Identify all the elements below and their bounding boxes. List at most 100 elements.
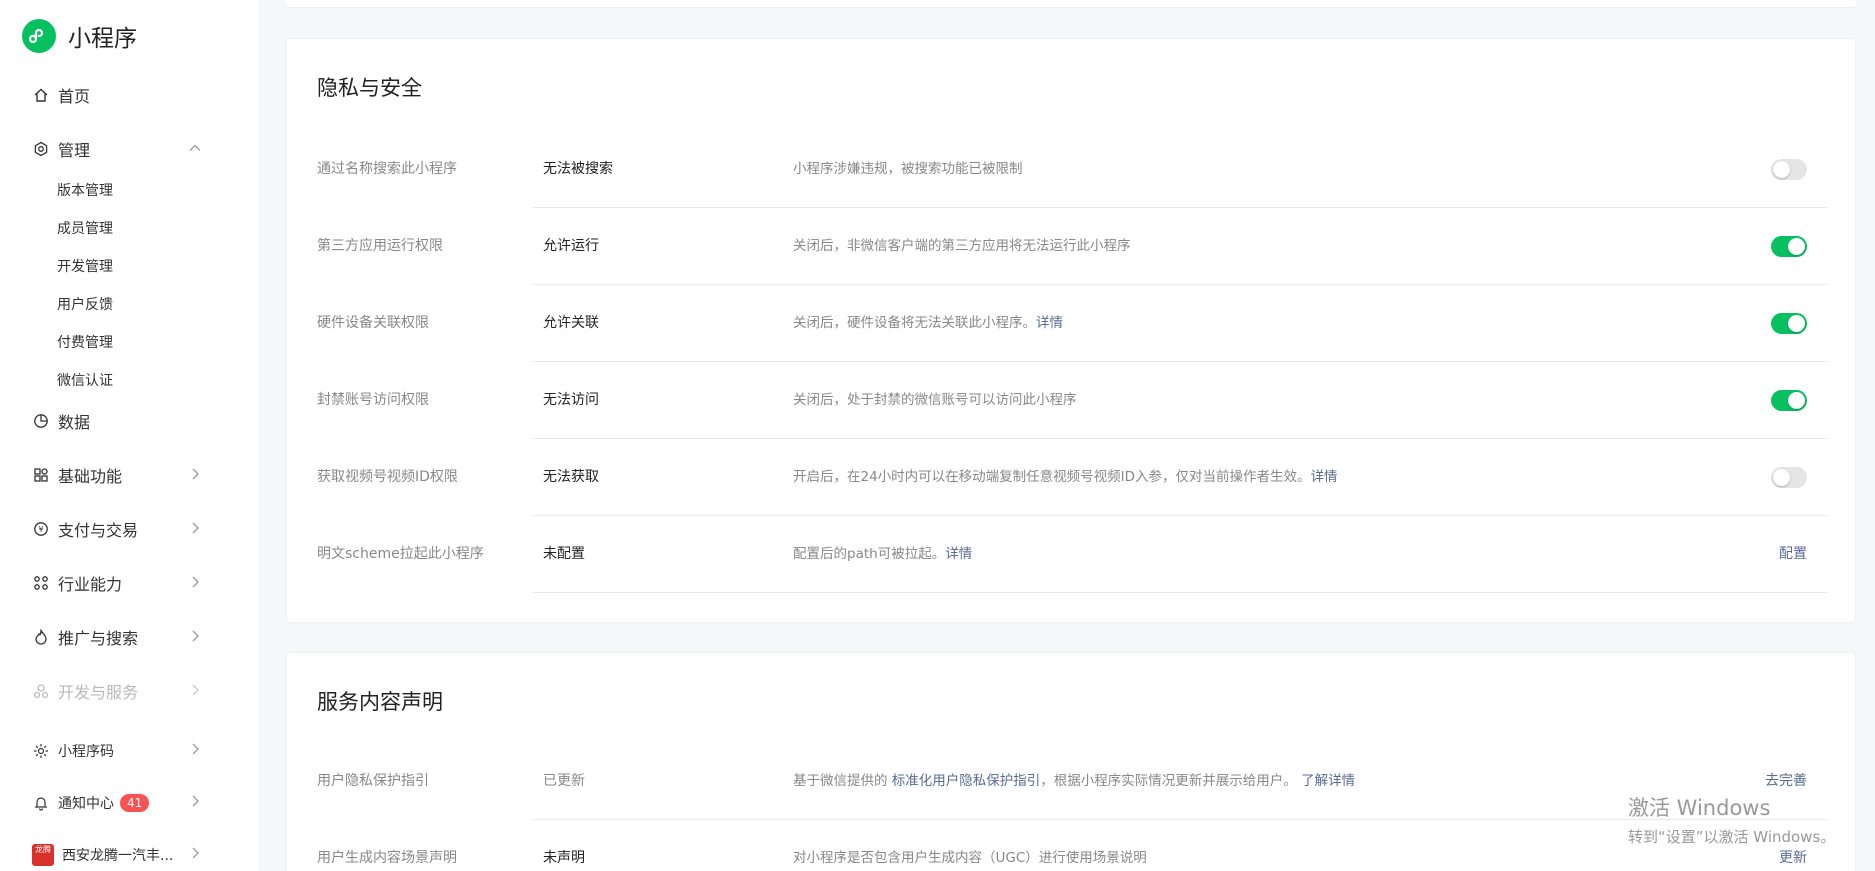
pie-chart-icon	[32, 412, 50, 430]
setting-desc: 关闭后，处于封禁的微信账号可以访问此小程序	[793, 362, 1077, 439]
chevron-right-icon	[188, 682, 202, 701]
setting-row: 用户隐私保护指引 已更新 基于微信提供的 标准化用户隐私保护指引，根据小程序实际…	[317, 743, 1827, 820]
nav-devsvc-label: 开发与服务	[58, 683, 139, 702]
toggle-banned-access[interactable]	[1771, 390, 1807, 411]
nav-home[interactable]: 首页	[32, 82, 202, 108]
nav-data[interactable]: 数据	[32, 408, 202, 434]
miniprogram-logo-icon	[22, 19, 56, 53]
account-switcher[interactable]: 龙腾 西安龙腾一汽丰...	[32, 842, 202, 868]
setting-status: 未声明	[543, 850, 585, 866]
setting-desc-text: 基于微信提供的	[793, 773, 892, 789]
setting-desc-text: 关闭后，非微信客户端的第三方应用将无法运行此小程序	[793, 238, 1131, 254]
setting-desc: 小程序涉嫌违规，被搜索功能已被限制	[793, 131, 1023, 208]
nav-promo[interactable]: 推广与搜索	[32, 624, 202, 650]
setting-status: 无法获取	[543, 469, 599, 485]
service-icon	[32, 682, 50, 700]
settings-icon	[32, 140, 50, 158]
privacy-guide-link[interactable]: 标准化用户隐私保护指引	[892, 773, 1041, 789]
watermark-subtitle: 转到“设置”以激活 Windows。	[1628, 828, 1836, 846]
nav-basic[interactable]: 基础功能	[32, 462, 202, 488]
setting-name: 通过名称搜索此小程序	[317, 161, 457, 177]
sidebar-item-version[interactable]: 版本管理	[57, 180, 113, 200]
setting-row: 封禁账号访问权限 无法访问 关闭后，处于封禁的微信账号可以访问此小程序	[317, 362, 1827, 439]
account-avatar: 龙腾	[32, 844, 54, 866]
nav-basic-label: 基础功能	[58, 467, 123, 486]
setting-desc-text: 关闭后，硬件设备将无法关联此小程序。	[793, 315, 1036, 331]
nav-home-label: 首页	[58, 87, 91, 106]
learn-more-link[interactable]: 了解详情	[1301, 773, 1355, 789]
sidebar: 小程序 首页 管理 版本管理 成员管理 开发管理 用户反馈 付费管理 微信认证 …	[0, 0, 258, 871]
app-logo[interactable]: 小程序	[22, 19, 137, 53]
flame-icon	[32, 628, 50, 646]
toggle-knob	[1788, 238, 1805, 255]
nav-promo-label: 推广与搜索	[58, 629, 139, 648]
toggle-knob	[1773, 161, 1790, 178]
service-card: 服务内容声明 用户隐私保护指引 已更新 基于微信提供的 标准化用户隐私保护指引，…	[286, 652, 1856, 871]
nav-devsvc[interactable]: 开发与服务	[32, 678, 202, 704]
toggle-third-party[interactable]	[1771, 236, 1807, 257]
setting-status: 已更新	[543, 773, 585, 789]
toggle-video-id[interactable]	[1771, 467, 1807, 488]
setting-desc: 关闭后，非微信客户端的第三方应用将无法运行此小程序	[793, 208, 1131, 285]
setting-desc-text: ，根据小程序实际情况更新并展示给用户。	[1040, 773, 1302, 789]
bell-icon	[32, 794, 50, 812]
setting-desc-text: 小程序涉嫌违规，被搜索功能已被限制	[793, 161, 1023, 177]
setting-status: 未配置	[543, 546, 585, 562]
chevron-right-icon	[188, 574, 202, 593]
yuan-icon: ¥	[32, 520, 50, 538]
setting-desc: 关闭后，硬件设备将无法关联此小程序。详情	[793, 285, 1063, 362]
details-link[interactable]: 详情	[945, 546, 972, 562]
nav-notify[interactable]: 通知中心 41	[32, 790, 202, 816]
setting-row: 用户生成内容场景声明 未声明 对小程序是否包含用户生成内容（UGC）进行使用场景…	[317, 820, 1827, 871]
setting-row: 通过名称搜索此小程序 无法被搜索 小程序涉嫌违规，被搜索功能已被限制	[317, 131, 1827, 208]
setting-desc-text: 对小程序是否包含用户生成内容（UGC）进行使用场景说明	[793, 850, 1147, 866]
setting-desc: 配置后的path可被拉起。详情	[793, 516, 972, 593]
service-title: 服务内容声明	[317, 690, 443, 714]
toggle-search[interactable]	[1771, 159, 1807, 180]
sidebar-item-members[interactable]: 成员管理	[57, 218, 113, 238]
watermark-title: 激活 Windows	[1628, 796, 1771, 820]
details-link[interactable]: 详情	[1311, 469, 1338, 485]
setting-desc-text: 配置后的path可被拉起。	[793, 546, 946, 562]
chevron-up-icon	[188, 140, 202, 159]
sidebar-item-dev[interactable]: 开发管理	[57, 256, 113, 276]
nav-qrcode[interactable]: 小程序码	[32, 738, 202, 764]
windows-activation-watermark: 激活 Windows 转到“设置”以激活 Windows。	[1628, 792, 1835, 847]
setting-row: 明文scheme拉起此小程序 未配置 配置后的path可被拉起。详情 配置	[317, 516, 1827, 593]
qrcode-sun-icon	[32, 742, 50, 760]
setting-row: 硬件设备关联权限 允许关联 关闭后，硬件设备将无法关联此小程序。详情	[317, 285, 1827, 362]
setting-name: 封禁账号访问权限	[317, 392, 429, 408]
privacy-title: 隐私与安全	[317, 76, 422, 100]
setting-desc: 开启后，在24小时内可以在移动端复制任意视频号视频ID入参，仅对当前操作者生效。…	[793, 439, 1338, 516]
setting-name: 明文scheme拉起此小程序	[317, 546, 484, 562]
sidebar-item-payment[interactable]: 付费管理	[57, 332, 113, 352]
nav-pay[interactable]: ¥ 支付与交易	[32, 516, 202, 542]
nav-industry-label: 行业能力	[58, 575, 123, 594]
sidebar-item-certify[interactable]: 微信认证	[57, 370, 113, 390]
privacy-card: 隐私与安全 通过名称搜索此小程序 无法被搜索 小程序涉嫌违规，被搜索功能已被限制…	[286, 38, 1856, 623]
setting-name: 硬件设备关联权限	[317, 315, 429, 331]
setting-row: 获取视频号视频ID权限 无法获取 开启后，在24小时内可以在移动端复制任意视频号…	[317, 439, 1827, 516]
row-divider	[533, 592, 1827, 593]
setting-desc: 基于微信提供的 标准化用户隐私保护指引，根据小程序实际情况更新并展示给用户。 了…	[793, 743, 1355, 820]
nav-industry[interactable]: 行业能力	[32, 570, 202, 596]
toggle-hardware[interactable]	[1771, 313, 1807, 334]
sidebar-item-feedback[interactable]: 用户反馈	[57, 294, 113, 314]
chevron-right-icon	[188, 520, 202, 539]
toggle-knob	[1788, 392, 1805, 409]
app-title: 小程序	[68, 26, 137, 52]
nav-notify-label: 通知中心	[58, 796, 114, 812]
chevron-right-icon	[188, 742, 202, 760]
nav-manage-label: 管理	[58, 141, 91, 160]
chevron-right-icon	[188, 846, 202, 864]
nav-qrcode-label: 小程序码	[58, 744, 114, 760]
nav-manage[interactable]: 管理	[32, 136, 202, 162]
nav-pay-label: 支付与交易	[58, 521, 139, 540]
details-link[interactable]: 详情	[1036, 315, 1063, 331]
configure-link[interactable]: 配置	[1779, 516, 1807, 593]
setting-status: 无法访问	[543, 392, 599, 408]
setting-status: 允许运行	[543, 238, 599, 254]
setting-status: 允许关联	[543, 315, 599, 331]
toggle-knob	[1788, 315, 1805, 332]
chevron-right-icon	[188, 628, 202, 647]
